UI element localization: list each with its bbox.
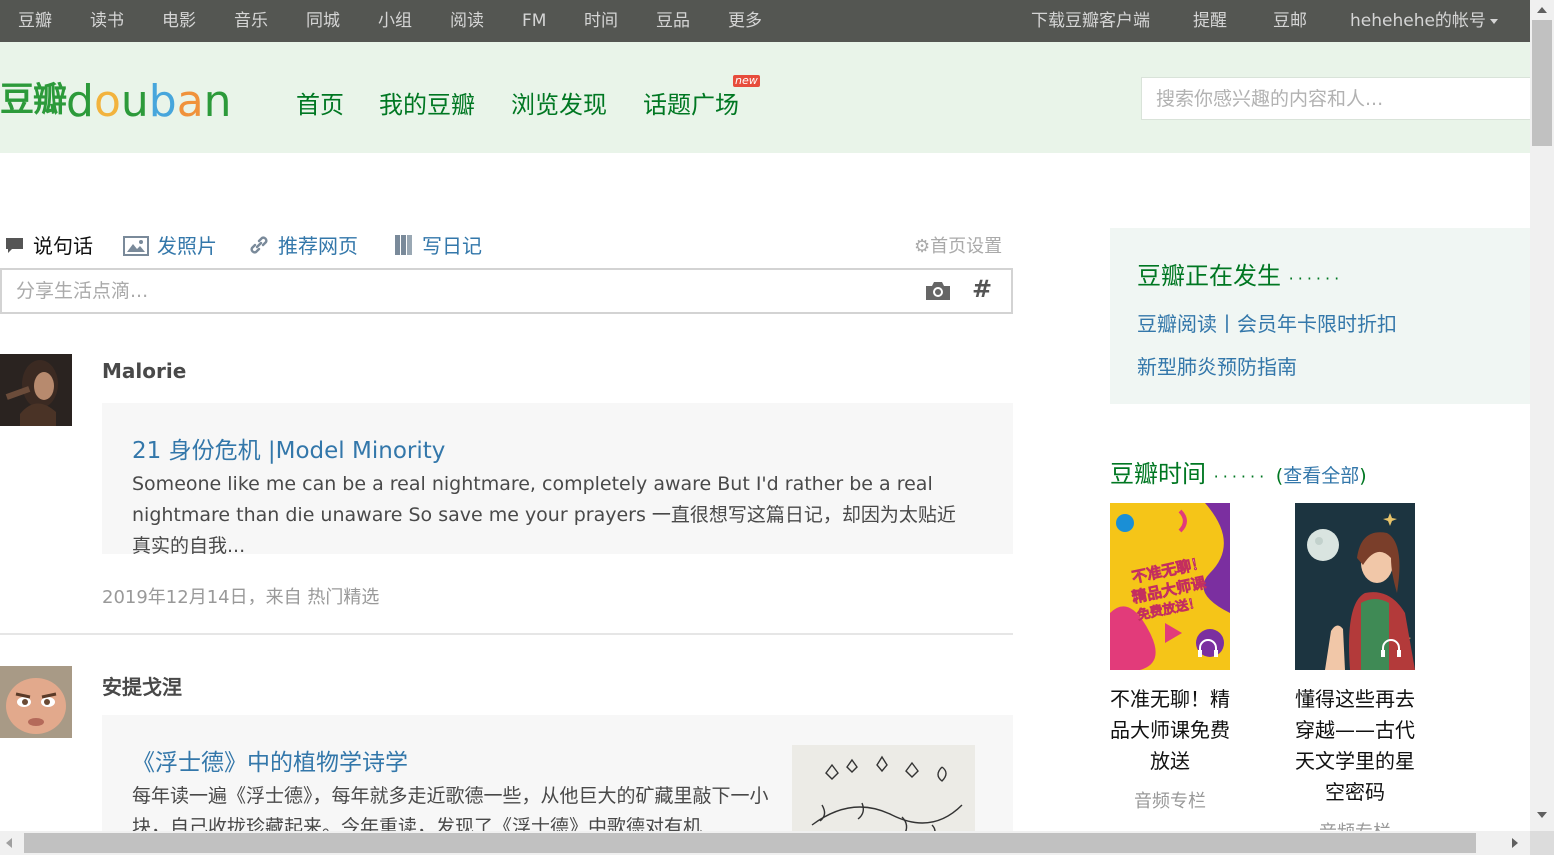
paren-close: ) <box>1359 465 1367 487</box>
book-cover[interactable] <box>1295 503 1415 670</box>
top-bar: 豆瓣 读书 电影 音乐 同城 小组 阅读 FM 时间 豆品 更多 下载豆瓣客户端… <box>0 0 1530 42</box>
topbar-link-time[interactable]: 时间 <box>584 0 618 42</box>
vertical-scrollbar[interactable] <box>1530 0 1554 831</box>
scroll-up-arrow[interactable] <box>1537 7 1547 13</box>
happening-now-dots: ······ <box>1288 269 1344 288</box>
feed-card-excerpt: Someone like me can be a real nightmare,… <box>132 473 956 557</box>
cover-image-astronomy <box>1295 503 1415 670</box>
topbar-link-read[interactable]: 阅读 <box>450 0 484 42</box>
scrollbar-corner <box>1530 831 1554 855</box>
topbar-link-music[interactable]: 音乐 <box>234 0 268 42</box>
scroll-down-arrow[interactable] <box>1537 812 1547 818</box>
gear-icon: ⚙ <box>914 236 931 257</box>
feed-card-title[interactable]: 21 身份危机 |Model Minority <box>132 431 445 465</box>
topbar-link-market[interactable]: 豆品 <box>656 0 690 42</box>
status-input[interactable] <box>2 270 882 312</box>
cover-image-masterclass: 不准无聊！ 精品大师课 免费放送！ <box>1110 503 1230 670</box>
feed-username[interactable]: 安提戈涅 <box>102 671 182 700</box>
topbar-link-fm[interactable]: FM <box>522 0 546 42</box>
vertical-scroll-thumb[interactable] <box>1532 20 1552 146</box>
search-box <box>1141 77 1530 120</box>
douban-time-title: 豆瓣时间 <box>1110 460 1206 488</box>
happening-link-read-discount[interactable]: 豆瓣阅读丨会员年卡限时折扣 <box>1137 308 1397 337</box>
picture-icon <box>123 236 149 256</box>
scroll-right-arrow[interactable] <box>1512 838 1518 848</box>
feed-card: 21 身份危机 |Model Minority Someone like me … <box>102 403 1013 557</box>
douban-time-heading: 豆瓣时间 ······ (查看全部) <box>1110 454 1367 489</box>
tab-post-photo[interactable]: 发照片 <box>123 230 217 259</box>
happening-link-pneumonia-guide[interactable]: 新型肺炎预防指南 <box>1137 351 1297 380</box>
topbar-link-more[interactable]: 更多 <box>728 0 762 42</box>
book-title[interactable]: 懂得这些再去穿越——古代天文学里的星空密码 <box>1293 684 1417 808</box>
topbar-link-douban[interactable]: 豆瓣 <box>18 0 52 42</box>
avatar-antigone[interactable] <box>0 666 72 738</box>
topbar-link-groups[interactable]: 小组 <box>378 0 412 42</box>
horizontal-scroll-thumb[interactable] <box>24 833 1476 853</box>
tab-say-something[interactable]: 说句话 <box>4 230 93 259</box>
topbar-account-menu[interactable]: hehehehe的帐号 <box>1350 0 1498 42</box>
nav-my-douban[interactable]: 我的豆瓣 <box>379 85 475 120</box>
status-composer: # <box>0 268 1013 314</box>
douban-time-dots: ······ <box>1213 467 1269 486</box>
tab-post-photo-label: 发照片 <box>157 234 217 258</box>
feed-meta: 2019年12月14日，来自 热门精选 <box>102 587 380 608</box>
topbar-mail[interactable]: 豆邮 <box>1273 0 1307 42</box>
tab-write-diary[interactable]: 写日记 <box>394 230 482 259</box>
homepage-settings-link[interactable]: ⚙首页设置 <box>914 232 1002 258</box>
feed-card-title[interactable]: 《浮士德》中的植物学诗学 <box>132 743 408 777</box>
account-name: hehehehe的帐号 <box>1350 11 1486 31</box>
view-all-link[interactable]: 查看全部 <box>1283 465 1359 487</box>
douban-logo[interactable]: 豆瓣douban <box>0 72 232 127</box>
link-icon <box>250 236 268 254</box>
homepage-settings-label: 首页设置 <box>930 236 1003 257</box>
book-cover[interactable]: 不准无聊！ 精品大师课 免费放送！ <box>1110 503 1230 670</box>
happening-now-box: 豆瓣正在发生 ······ 豆瓣阅读丨会员年卡限时折扣 新型肺炎预防指南 <box>1110 228 1530 404</box>
avatar-image <box>0 354 72 426</box>
topbar-reminders[interactable]: 提醒 <box>1193 0 1227 42</box>
tab-recommend-link[interactable]: 推荐网页 <box>248 230 358 259</box>
book-title[interactable]: 不准无聊！精品大师课免费放送 <box>1108 684 1232 777</box>
nav-home[interactable]: 首页 <box>296 85 344 120</box>
topbar-download-app[interactable]: 下载豆瓣客户端 <box>1031 0 1150 42</box>
avatar-malorie[interactable] <box>0 354 72 426</box>
avatar-image <box>0 666 72 738</box>
caret-down-icon <box>1489 18 1498 24</box>
happening-now-title: 豆瓣正在发生 ······ <box>1137 256 1343 291</box>
nav-topics[interactable]: 话题广场 <box>643 85 739 120</box>
site-header: 豆瓣douban 首页 我的豆瓣 浏览发现 话题广场 new <box>0 42 1530 153</box>
search-input[interactable] <box>1142 78 1502 119</box>
topbar-link-books[interactable]: 读书 <box>90 0 124 42</box>
new-badge: new <box>733 74 760 87</box>
scroll-left-arrow[interactable] <box>6 838 12 848</box>
logo-cn: 豆瓣 <box>0 80 67 120</box>
douban-time-item[interactable]: 懂得这些再去穿越——古代天文学里的星空密码 音频专栏 <box>1295 503 1415 844</box>
horizontal-scrollbar[interactable] <box>0 831 1530 855</box>
tab-recommend-link-label: 推荐网页 <box>278 234 358 258</box>
diary-icon <box>395 235 412 255</box>
book-type: 音频专栏 <box>1134 791 1206 812</box>
tab-say-something-label: 说句话 <box>33 234 93 258</box>
douban-time-item[interactable]: 不准无聊！ 精品大师课 免费放送！ 不准无聊！精品大师课免费放送 音频专栏 <box>1110 503 1230 813</box>
feed-username[interactable]: Malorie <box>102 359 186 383</box>
nav-explore[interactable]: 浏览发现 <box>511 85 607 120</box>
topbar-link-movies[interactable]: 电影 <box>162 0 196 42</box>
feed-divider <box>0 633 1013 635</box>
happening-now-title-text: 豆瓣正在发生 <box>1137 262 1281 290</box>
camera-icon[interactable] <box>924 280 952 302</box>
speech-bubble-icon <box>6 238 23 253</box>
logo-en: douban <box>66 76 232 127</box>
topbar-link-local[interactable]: 同城 <box>306 0 340 42</box>
tab-write-diary-label: 写日记 <box>422 234 482 258</box>
topic-hash-button[interactable]: # <box>972 275 992 303</box>
